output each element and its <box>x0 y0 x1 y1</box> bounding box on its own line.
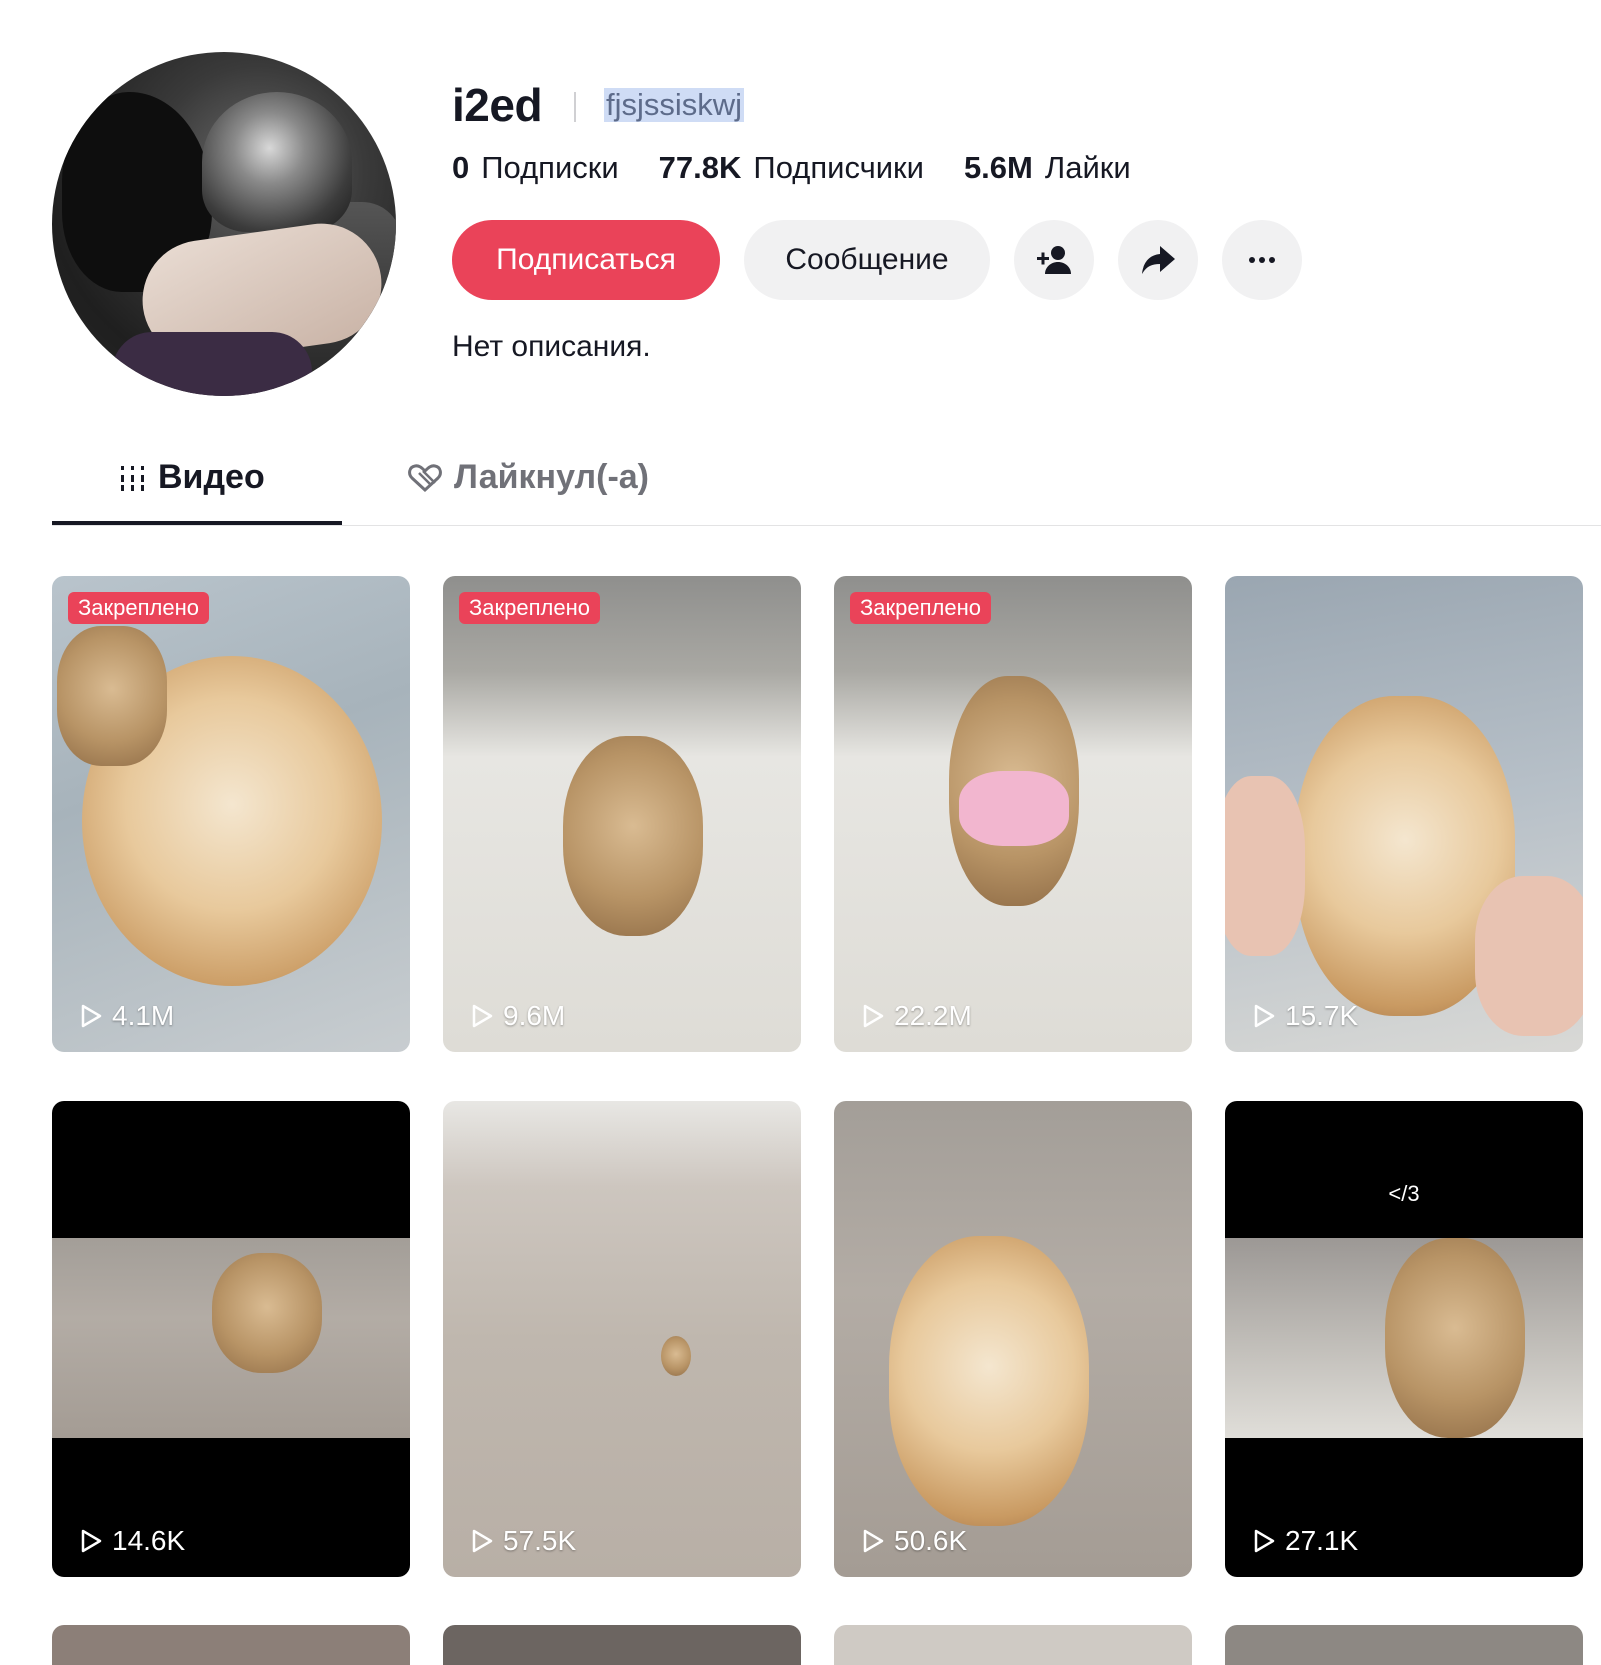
view-count-text: 9.6M <box>503 1000 566 1031</box>
video-card[interactable]: Закреплено 9.6M <box>443 576 801 1052</box>
kitten-paw <box>57 626 167 766</box>
view-count-text: 4.1M <box>112 1000 175 1031</box>
stat-following-label: Подписки <box>481 150 619 185</box>
share-arrow-icon <box>1142 246 1175 274</box>
hand <box>1225 776 1305 956</box>
stat-following-count: 0 <box>452 150 470 185</box>
view-count: 22.2M <box>862 1000 972 1032</box>
message-button[interactable]: Сообщение <box>744 220 990 300</box>
add-friend-icon <box>1037 246 1071 274</box>
play-icon <box>472 1004 493 1028</box>
video-frame <box>1225 1238 1583 1438</box>
kitten-thumbnail <box>563 736 703 936</box>
liked-heart-icon <box>408 463 442 492</box>
video-caption: </3 <box>1388 1181 1420 1206</box>
nickname: fjsjssiskwj <box>604 87 745 122</box>
view-count-text: 57.5K <box>503 1525 577 1556</box>
tabs-divider <box>52 525 1601 526</box>
view-count-text: 27.1K <box>1285 1525 1359 1556</box>
username: i2ed <box>452 79 543 131</box>
pinned-badge: Закреплено <box>850 592 991 624</box>
grid-icon <box>121 465 144 491</box>
tab-videos-label: Видео <box>158 458 265 496</box>
profile-stats: 0 Подписки 77.8K Подписчики 5.6M Лайки <box>452 150 1131 186</box>
play-icon <box>1254 1004 1275 1028</box>
view-count: 27.1K <box>1253 1525 1358 1557</box>
video-card[interactable]: 14.6K <box>52 1101 410 1577</box>
view-count: 14.6K <box>80 1525 185 1557</box>
profile-bio: Нет описания. <box>452 330 651 363</box>
stat-likes: 5.6M Лайки <box>964 150 1131 186</box>
tab-videos[interactable]: Видео <box>120 458 265 497</box>
video-card-partial[interactable] <box>443 1625 801 1665</box>
play-icon <box>1254 1529 1275 1553</box>
video-card-partial[interactable] <box>52 1625 410 1665</box>
play-icon <box>863 1004 884 1028</box>
stat-following[interactable]: 0 Подписки <box>452 150 619 186</box>
hand <box>1475 876 1583 1036</box>
video-card-partial[interactable] <box>834 1625 1192 1665</box>
video-card[interactable]: Закреплено 22.2M <box>834 576 1192 1052</box>
video-card[interactable]: Закреплено 4.1M <box>52 576 410 1052</box>
video-card[interactable]: </3 27.1K <box>1225 1101 1583 1577</box>
view-count-text: 15.7K <box>1285 1000 1359 1031</box>
name-divider <box>574 92 576 122</box>
follow-button[interactable]: Подписаться <box>452 220 720 300</box>
stat-followers-label: Подписчики <box>753 150 924 185</box>
avatar-dress <box>112 332 312 396</box>
more-options-button[interactable] <box>1222 220 1302 300</box>
view-count: 15.7K <box>1253 1000 1358 1032</box>
kitten-thumbnail <box>212 1253 322 1373</box>
video-frame <box>52 1238 410 1438</box>
stat-followers-count: 77.8K <box>658 150 742 185</box>
pinned-badge: Закреплено <box>68 592 209 624</box>
view-count-text: 50.6K <box>894 1525 968 1556</box>
video-card[interactable]: 15.7K <box>1225 576 1583 1052</box>
play-icon <box>81 1004 102 1028</box>
stat-likes-count: 5.6M <box>963 150 1033 185</box>
view-count: 4.1M <box>80 1000 174 1032</box>
avatar[interactable] <box>52 52 396 396</box>
more-dots-icon <box>1249 257 1275 263</box>
tab-liked[interactable]: Лайкнул(-а) <box>408 458 649 497</box>
stat-likes-label: Лайки <box>1044 150 1131 185</box>
kitten-thumbnail <box>661 1336 691 1376</box>
view-count: 57.5K <box>471 1525 576 1557</box>
play-icon <box>81 1529 102 1553</box>
kitten-thumbnail <box>889 1236 1089 1526</box>
kitten-thumbnail <box>1385 1238 1525 1438</box>
stat-followers[interactable]: 77.8K Подписчики <box>659 150 924 186</box>
view-count-text: 14.6K <box>112 1525 186 1556</box>
tab-liked-label: Лайкнул(-а) <box>454 458 650 496</box>
pinned-badge: Закреплено <box>459 592 600 624</box>
avatar-helmet <box>202 92 352 232</box>
view-count: 9.6M <box>471 1000 565 1032</box>
pink-bow <box>959 771 1069 846</box>
video-card[interactable]: 50.6K <box>834 1101 1192 1577</box>
view-count: 50.6K <box>862 1525 967 1557</box>
view-count-text: 22.2M <box>894 1000 972 1031</box>
share-button[interactable] <box>1118 220 1198 300</box>
suggested-accounts-button[interactable] <box>1014 220 1094 300</box>
video-card[interactable]: 57.5K <box>443 1101 801 1577</box>
play-icon <box>863 1529 884 1553</box>
play-icon <box>472 1529 493 1553</box>
video-card-partial[interactable] <box>1225 1625 1583 1665</box>
